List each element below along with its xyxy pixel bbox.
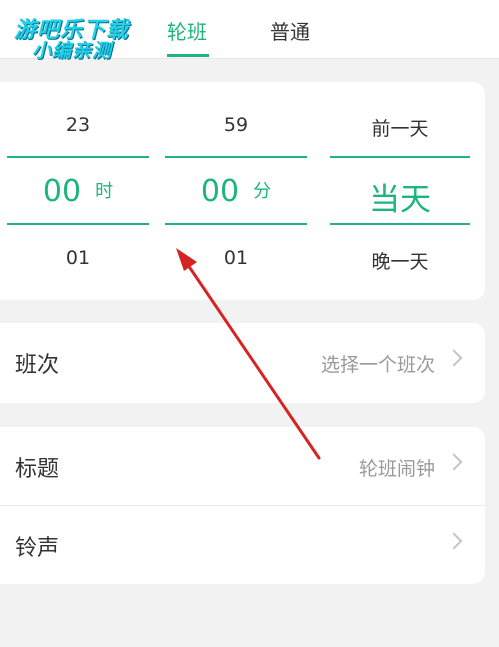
selection-line-bottom <box>165 223 307 225</box>
alarm-settings-card: 标题 轮班闹钟 铃声 <box>0 427 485 584</box>
hour-selected: 00 时 <box>7 174 149 209</box>
chevron-right-icon <box>445 532 463 550</box>
day-wheel[interactable]: 前一天 当天 晚一天 <box>330 82 470 300</box>
minute-selected: 00 分 <box>165 174 307 209</box>
title-label: 标题 <box>15 457 60 482</box>
shift-card: 班次 选择一个班次 <box>0 323 485 403</box>
day-selected: 当天 <box>369 182 431 218</box>
chevron-right-icon <box>445 453 463 471</box>
minute-unit: 分 <box>253 181 272 202</box>
hour-next[interactable]: 01 <box>7 247 149 269</box>
chevron-right-icon <box>445 349 463 367</box>
selection-line-top <box>165 156 307 158</box>
time-picker: 23 00 时 01 59 00 分 01 前一天 当天 晚一天 <box>0 82 485 300</box>
hour-selected-value: 00 <box>42 174 82 209</box>
title-value: 轮班闹钟 <box>358 458 435 480</box>
selection-line-top <box>330 156 470 158</box>
hour-previous[interactable]: 23 <box>7 114 149 136</box>
hour-unit: 时 <box>95 181 114 202</box>
title-row[interactable]: 标题 轮班闹钟 <box>0 427 485 505</box>
minute-wheel[interactable]: 59 00 分 01 <box>165 82 307 300</box>
shift-value: 选择一个班次 <box>320 354 435 376</box>
day-previous[interactable]: 前一天 <box>330 114 470 141</box>
top-tab-bar: 游吧乐下载 小编亲测 轮班 普通 <box>0 0 499 62</box>
tab-normal[interactable]: 普通 <box>270 16 310 45</box>
watermark-line-2: 小编亲测 <box>32 40 113 62</box>
minute-selected-value: 00 <box>200 174 240 209</box>
selection-line-bottom <box>330 223 470 225</box>
shift-label: 班次 <box>15 353 60 378</box>
ringtone-label: 铃声 <box>15 536 60 561</box>
shift-row[interactable]: 班次 选择一个班次 <box>0 323 485 401</box>
selection-line-bottom <box>7 223 149 225</box>
selection-line-top <box>7 156 149 158</box>
hour-wheel[interactable]: 23 00 时 01 <box>7 82 149 300</box>
watermark-logo: 游吧乐下载 小编亲测 <box>8 8 148 62</box>
ringtone-row[interactable]: 铃声 <box>0 506 485 584</box>
active-tab-indicator <box>167 54 209 57</box>
tab-shift-rotation[interactable]: 轮班 <box>167 16 207 45</box>
minute-next[interactable]: 01 <box>165 247 307 269</box>
day-next[interactable]: 晚一天 <box>330 247 470 274</box>
minute-previous[interactable]: 59 <box>165 114 307 136</box>
